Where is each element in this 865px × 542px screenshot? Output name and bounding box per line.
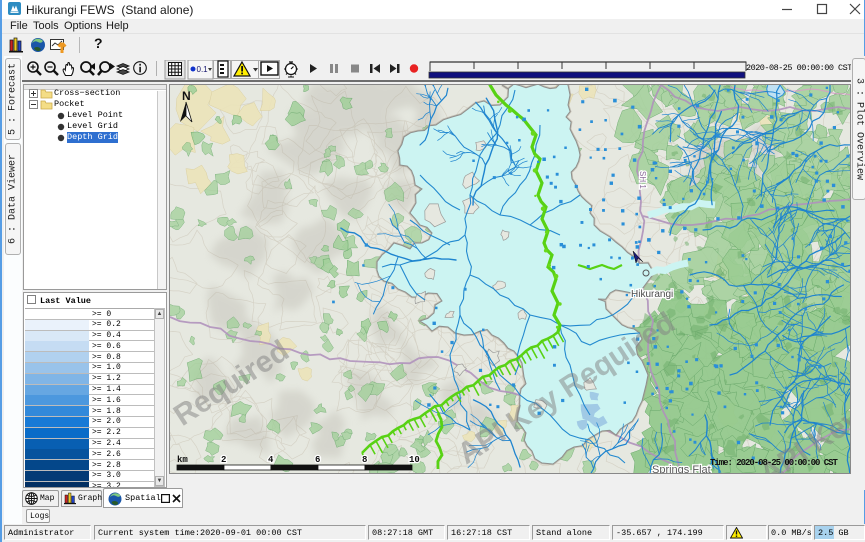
svg-text:4: 4	[268, 455, 274, 465]
svg-text:0.1: 0.1	[197, 65, 209, 74]
svg-text:Hikurangi: Hikurangi	[631, 289, 673, 300]
svg-text:2: 2	[221, 455, 226, 465]
svg-text:SH 1: SH 1	[638, 171, 647, 189]
svg-text:8: 8	[362, 455, 367, 465]
svg-text:10: 10	[409, 455, 420, 465]
svg-text:Springs Flat: Springs Flat	[652, 464, 711, 474]
svg-text:km: km	[177, 455, 188, 465]
svg-text:N: N	[182, 89, 191, 103]
svg-text:6: 6	[315, 455, 320, 465]
svg-text:Time: 2020-08-25 00:00:00 CST: Time: 2020-08-25 00:00:00 CST	[710, 458, 838, 468]
